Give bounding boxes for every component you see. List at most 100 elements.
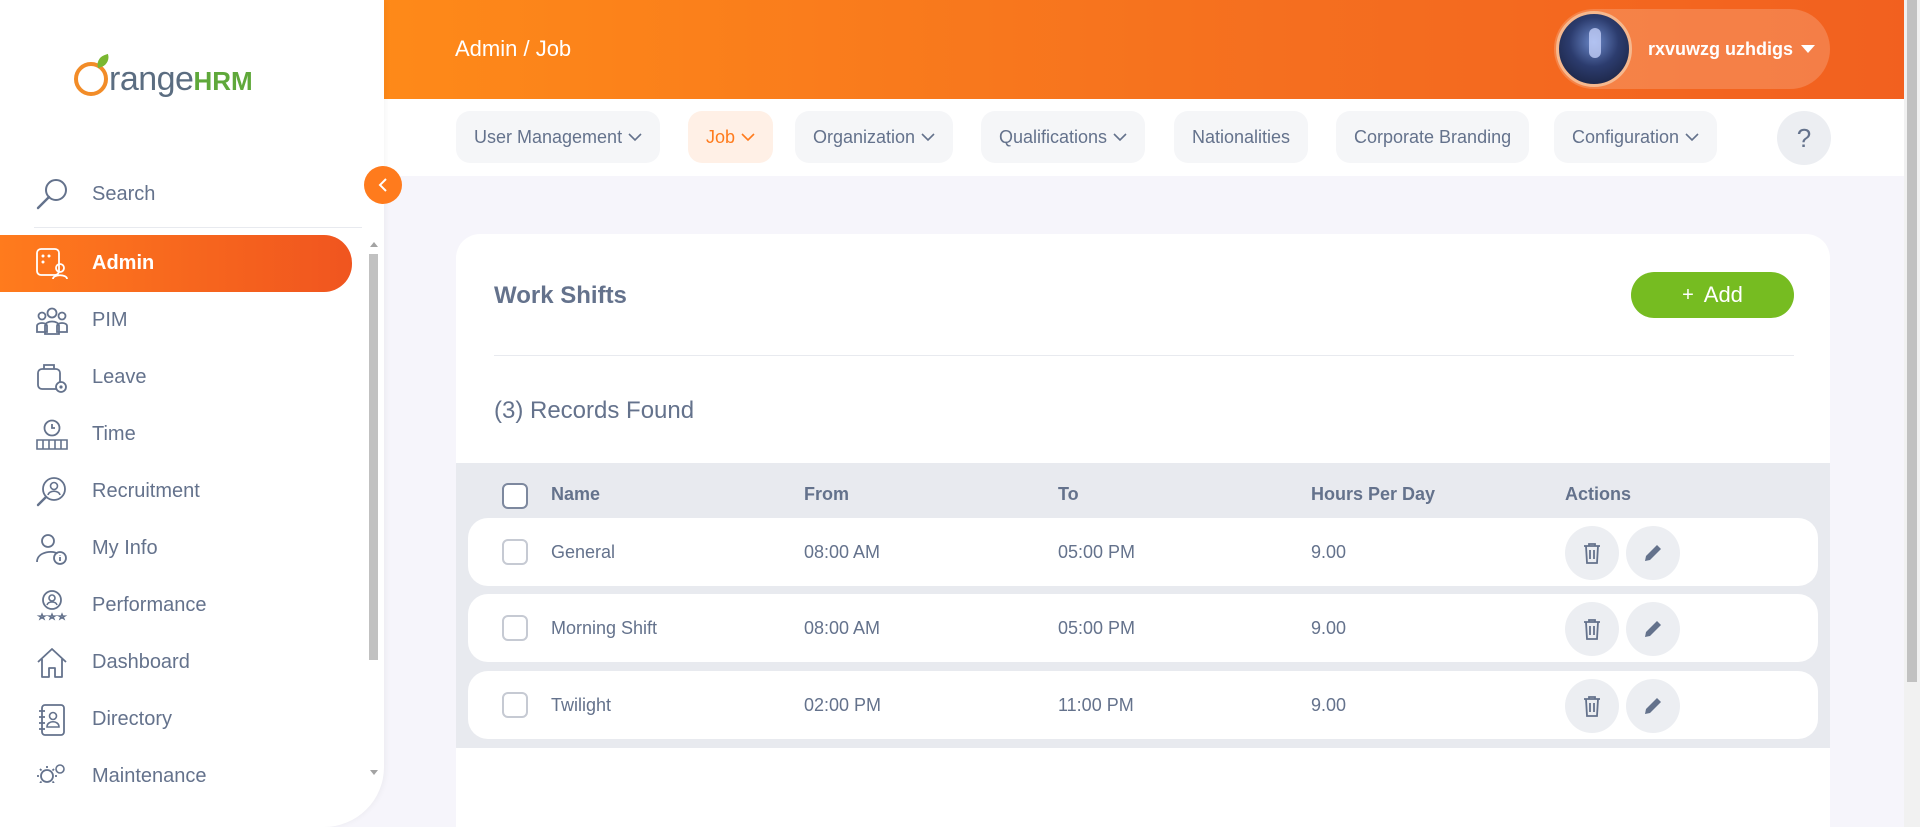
sidebar-item-label: Leave <box>92 366 147 388</box>
cell-name: Morning Shift <box>551 618 658 638</box>
tab-organization[interactable]: Organization <box>795 111 954 163</box>
sidebar-item-performance[interactable]: Performance <box>0 577 352 634</box>
trash-icon <box>1584 696 1600 717</box>
chevron-left-icon <box>378 178 387 192</box>
sidebar-item-dashboard[interactable]: Dashboard <box>0 634 352 691</box>
sidebar-scrollbar-thumb[interactable] <box>369 254 378 660</box>
delete-button[interactable] <box>1565 679 1619 733</box>
logo-text-hrm: HRM <box>193 66 253 96</box>
sidebar-item-label: PIM <box>92 309 128 331</box>
help-button[interactable]: ? <box>1777 111 1831 165</box>
sidebar-item-pim[interactable]: PIM <box>0 292 352 349</box>
delete-button[interactable] <box>1565 526 1619 580</box>
delete-button[interactable] <box>1565 602 1619 656</box>
sidebar-nav: Admin PIM Leave Time Recruitment My Info… <box>0 235 370 783</box>
maintenance-icon <box>37 763 65 783</box>
row-checkbox[interactable] <box>502 615 528 641</box>
sidebar-item-time[interactable]: Time <box>0 406 352 463</box>
sidebar-item-leave[interactable]: Leave <box>0 349 352 406</box>
work-shifts-card: Work Shifts + Add (3) Records Found Name… <box>456 234 1830 827</box>
trash-icon <box>1584 619 1600 640</box>
cell-hours: 9.00 <box>1311 542 1347 562</box>
page-scrollbar-thumb[interactable] <box>1907 0 1917 682</box>
chevron-down-icon <box>628 133 642 142</box>
row-checkbox[interactable] <box>502 692 528 718</box>
work-shifts-table: Name From To Hours Per Day Actions Gener… <box>456 463 1830 748</box>
search-input[interactable]: Search <box>34 162 362 228</box>
cell-to: 11:00 PM <box>1058 695 1134 715</box>
pencil-icon <box>1645 698 1661 714</box>
divider <box>494 355 1794 356</box>
admin-icon <box>36 247 68 279</box>
tab-label: Qualifications <box>999 126 1108 147</box>
table-row[interactable]: General 08:00 AM 05:00 PM 9.00 <box>468 518 1818 586</box>
select-all-checkbox[interactable] <box>502 483 528 509</box>
pencil-icon <box>1645 545 1661 561</box>
sidebar-item-my-info[interactable]: My Info <box>0 520 352 577</box>
column-header-hours[interactable]: Hours Per Day <box>1311 484 1435 505</box>
sidebar-item-maintenance[interactable]: Maintenance <box>0 748 352 783</box>
sidebar: range HRM Search Admin PIM Leave Time Re… <box>0 0 384 827</box>
table-row[interactable]: Morning Shift 08:00 AM 05:00 PM 9.00 <box>468 594 1818 662</box>
directory-icon <box>39 703 65 736</box>
sidebar-item-label: Maintenance <box>92 765 207 783</box>
cell-from: 08:00 AM <box>804 542 881 562</box>
tab-user-management[interactable]: User Management <box>456 111 661 163</box>
edit-button[interactable] <box>1626 602 1680 656</box>
column-header-actions: Actions <box>1565 484 1632 504</box>
edit-button[interactable] <box>1626 526 1680 580</box>
sidebar-item-recruitment[interactable]: Recruitment <box>0 463 352 520</box>
table-header: Name From To Hours Per Day Actions <box>456 463 1830 523</box>
user-dropdown[interactable]: rxvuwzg uzhdigs <box>1554 9 1830 89</box>
scroll-up-icon[interactable] <box>370 242 378 247</box>
table-row[interactable]: Twilight 02:00 PM 11:00 PM 9.00 <box>468 671 1818 739</box>
tab-configuration[interactable]: Configuration <box>1554 111 1718 163</box>
dashboard-icon <box>37 647 67 678</box>
plus-icon: + <box>1682 283 1694 306</box>
tab-label: User Management <box>474 126 623 147</box>
add-button[interactable]: + Add <box>1631 272 1794 318</box>
cell-hours: 9.00 <box>1311 618 1347 638</box>
tab-label: Job <box>706 126 736 147</box>
column-header-name[interactable]: Name <box>551 484 600 505</box>
row-checkbox[interactable] <box>502 539 528 565</box>
avatar <box>1556 11 1632 87</box>
pim-icon <box>36 307 68 335</box>
scroll-down-icon[interactable] <box>370 770 378 775</box>
tab-label: Nationalities <box>1192 126 1291 147</box>
breadcrumb: Admin / Job <box>455 36 572 61</box>
column-header-to[interactable]: To <box>1058 484 1079 505</box>
cell-name: Twilight <box>551 695 612 715</box>
records-count: (3) Records Found <box>494 397 695 424</box>
tab-job[interactable]: Job <box>688 111 774 163</box>
sidebar-item-admin[interactable]: Admin <box>0 235 352 292</box>
recruitment-icon <box>36 476 66 506</box>
sidebar-item-label: Directory <box>92 708 173 730</box>
cell-name: General <box>551 542 616 562</box>
sidebar-item-label: Admin <box>92 252 155 274</box>
logo-orange-icon <box>74 53 112 96</box>
sidebar-item-label: Dashboard <box>92 651 190 673</box>
tab-nationalities[interactable]: Nationalities <box>1174 111 1309 163</box>
edit-button[interactable] <box>1626 679 1680 733</box>
logo-text: range <box>109 60 194 98</box>
leave-icon <box>37 363 67 393</box>
my-info-icon <box>36 533 67 565</box>
column-header-from[interactable]: From <box>804 484 849 505</box>
sidebar-item-directory[interactable]: Directory <box>0 691 352 748</box>
orangehrm-logo: range HRM <box>74 48 253 96</box>
tab-label: Corporate Branding <box>1354 126 1512 147</box>
chevron-down-icon <box>741 133 755 142</box>
chevron-down-icon <box>921 133 935 142</box>
tab-qualifications[interactable]: Qualifications <box>981 111 1146 163</box>
collapse-sidebar-button[interactable] <box>364 166 402 204</box>
user-name: rxvuwzg uzhdigs <box>1648 38 1794 59</box>
sidebar-item-label: Recruitment <box>92 480 200 502</box>
chevron-down-icon <box>1685 133 1699 142</box>
search-icon <box>36 178 67 209</box>
cell-hours: 9.00 <box>1311 695 1347 715</box>
tab-label: Organization <box>813 126 916 147</box>
tab-corporate-branding[interactable]: Corporate Branding <box>1336 111 1530 163</box>
sidebar-item-label: Performance <box>92 594 207 616</box>
time-icon <box>36 419 68 450</box>
